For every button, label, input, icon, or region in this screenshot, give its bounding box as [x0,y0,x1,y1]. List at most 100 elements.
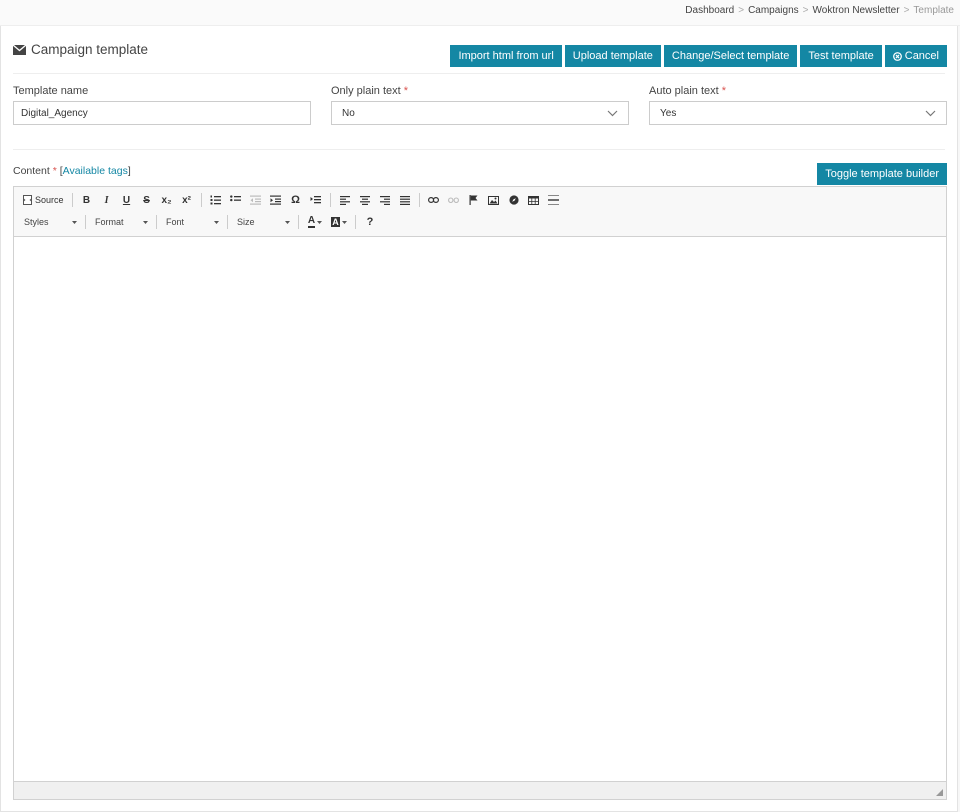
indent-icon [270,195,282,205]
editor-content-area[interactable] [14,237,946,781]
breadcrumb-newsletter[interactable]: Woktron Newsletter [813,5,900,16]
cancel-label: Cancel [904,50,939,62]
breadcrumb-dashboard[interactable]: Dashboard [685,5,734,16]
breadcrumb-current: Template [913,5,954,16]
background-color-button[interactable]: A [328,213,350,231]
rich-text-editor: Source B I U S x₂ x² Ω Styles Format Fon… [13,186,947,800]
align-left-button[interactable] [336,191,354,209]
breadcrumb-separator: > [802,5,809,16]
font-combo-label: Font [166,217,185,227]
align-center-icon [359,195,370,205]
template-panel: Campaign template Import html from url U… [0,26,958,812]
template-name-input[interactable] [13,101,311,125]
breadcrumb-campaigns[interactable]: Campaigns [748,5,799,16]
only-plain-text-value: No [342,107,355,119]
caret-down-icon [285,220,290,224]
auto-plain-text-select[interactable]: Yes [649,101,947,125]
size-combo[interactable]: Size [233,214,293,231]
upload-template-button[interactable]: Upload template [564,45,661,67]
change-select-template-button[interactable]: Change/Select template [663,45,798,67]
toolbar-separator [418,193,420,207]
compass-icon [508,195,519,205]
increase-indent-button[interactable] [267,191,285,209]
divider [13,149,945,150]
unlink-icon [448,196,459,203]
bulleted-list-icon [230,195,242,202]
required-mark: * [403,85,409,97]
align-right-icon [379,195,390,205]
bulleted-list-button[interactable] [227,191,245,209]
unlink-button[interactable] [445,191,463,209]
background-color-glyph: A [331,217,340,227]
resize-handle-icon[interactable] [935,788,943,796]
template-name-label: Template name [13,85,89,97]
anchor-button[interactable] [465,191,483,209]
caret-down-icon [72,220,77,224]
image-button[interactable] [485,191,503,209]
only-plain-text-label: Only plain text [331,85,401,97]
numbered-list-button[interactable] [207,191,225,209]
align-center-button[interactable] [356,191,374,209]
align-right-button[interactable] [376,191,394,209]
breadcrumb-separator: > [903,5,910,16]
superscript-button[interactable]: x² [178,191,196,209]
flag-icon [469,195,478,205]
subscript-button[interactable]: x₂ [158,191,176,209]
top-bar: Dashboard > Campaigns > Woktron Newsletter > T… [0,0,960,26]
required-mark: * [721,85,727,97]
envelope-icon [13,44,26,55]
source-button[interactable]: Source [20,191,67,209]
link-button[interactable] [425,191,443,209]
strikethrough-button[interactable]: S [138,191,156,209]
page-title: Campaign template [13,42,148,57]
auto-plain-text-field: Auto plain text * Yes [649,85,947,125]
create-div-button[interactable] [307,191,325,209]
cancel-button[interactable]: Cancel [884,45,947,67]
align-left-icon [339,195,350,205]
bold-button[interactable]: B [78,191,96,209]
bracket-close: ] [127,165,131,177]
toolbar-separator [298,215,299,229]
auto-plain-text-label: Auto plain text [649,85,719,97]
justify-icon [399,195,410,205]
horizontal-rule-button[interactable] [545,191,563,209]
chevron-down-icon [925,110,936,116]
source-document-icon [23,195,32,205]
caret-down-icon [214,220,219,224]
decrease-indent-button[interactable] [247,191,265,209]
text-color-button[interactable]: A [304,213,326,231]
only-plain-text-field: Only plain text * No [331,85,629,125]
horizontal-rule-icon [548,195,560,205]
special-character-button[interactable]: Ω [287,191,305,209]
source-label: Source [35,195,64,205]
help-button[interactable]: ? [361,213,379,231]
action-buttons: Import html from url Upload template Cha… [450,45,947,67]
numbered-list-icon [210,195,222,205]
test-template-button[interactable]: Test template [800,45,882,67]
flash-button[interactable] [505,191,523,209]
template-name-field: Template name [13,85,311,125]
underline-button[interactable]: U [118,191,136,209]
content-label-text: Content [13,165,50,177]
toggle-template-builder-button[interactable]: Toggle template builder [817,163,947,185]
caret-down-icon [317,220,323,224]
table-button[interactable] [525,191,543,209]
only-plain-text-select[interactable]: No [331,101,629,125]
caret-down-icon [143,220,148,224]
italic-button[interactable]: I [98,191,116,209]
toolbar-separator [200,193,202,207]
toolbar-separator [156,215,157,229]
justify-button[interactable] [396,191,414,209]
styles-combo[interactable]: Styles [20,214,80,231]
caret-down-icon [341,220,347,224]
format-combo[interactable]: Format [91,214,151,231]
breadcrumb-separator: > [738,5,745,16]
font-combo[interactable]: Font [162,214,222,231]
import-html-from-url-button[interactable]: Import html from url [450,45,562,67]
editor-status-bar [14,781,946,799]
editor-toolbar: Source B I U S x₂ x² Ω Styles Format Fon… [14,187,946,237]
page-title-text: Campaign template [31,42,149,57]
toolbar-separator [227,215,228,229]
auto-plain-text-value: Yes [660,107,677,119]
available-tags-link[interactable]: Available tags [63,165,128,177]
